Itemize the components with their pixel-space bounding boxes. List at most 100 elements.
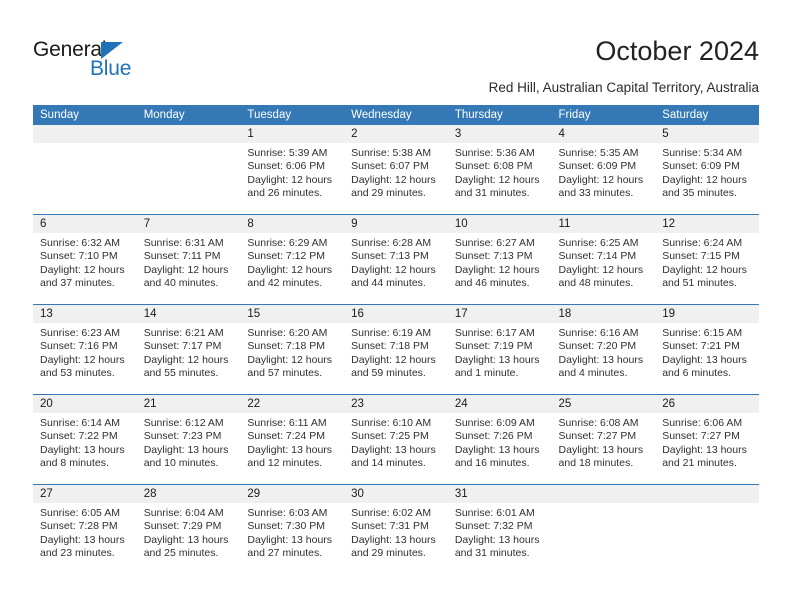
calendar-week-row: 20 Sunrise: 6:14 AM Sunset: 7:22 PM Dayligh… bbox=[33, 394, 759, 485]
daylight-duration-line1: Daylight: 12 hours bbox=[454, 263, 540, 276]
calendar-day-cell[interactable]: 30 Sunrise: 6:02 AM Sunset: 7:31 PM Dayligh… bbox=[344, 484, 448, 574]
daylight-duration-line1: Daylight: 13 hours bbox=[662, 353, 747, 366]
calendar-day-cell[interactable]: 5 Sunrise: 5:34 AM Sunset: 6:09 PM Daylight… bbox=[655, 125, 759, 215]
sunset-time: Sunset: 7:19 PM bbox=[454, 340, 533, 353]
sun-info: Sunrise: 6:19 AM Sunset: 7:18 PM Daylight:… bbox=[344, 323, 448, 380]
daylight-duration-line2: and 55 minutes. bbox=[143, 366, 219, 379]
sun-info: Sunrise: 6:01 AM Sunset: 7:32 PM Daylight:… bbox=[448, 503, 552, 560]
calendar-day-cell[interactable]: 11 Sunrise: 6:25 AM Sunset: 7:14 PM Dayligh… bbox=[551, 214, 656, 305]
calendar-day-cell[interactable]: 27 Sunrise: 6:05 AM Sunset: 7:28 PM Dayligh… bbox=[33, 484, 137, 574]
daylight-duration-line1: Daylight: 12 hours bbox=[558, 173, 644, 186]
calendar-day-cell[interactable]: 25 Sunrise: 6:08 AM Sunset: 7:27 PM Dayligh… bbox=[551, 394, 656, 485]
calendar-day-cell[interactable]: 3 Sunrise: 5:36 AM Sunset: 6:08 PM Daylight… bbox=[447, 125, 552, 215]
sunset-time: Sunset: 6:07 PM bbox=[351, 160, 429, 173]
sunrise-time: Sunrise: 6:03 AM bbox=[247, 507, 328, 519]
calendar-day-cell[interactable]: 14 Sunrise: 6:21 AM Sunset: 7:17 PM Dayligh… bbox=[136, 304, 241, 395]
calendar-day-cell[interactable]: 28 Sunrise: 6:04 AM Sunset: 7:29 PM Dayligh… bbox=[136, 484, 241, 574]
sunset-time: Sunset: 6:09 PM bbox=[662, 160, 740, 173]
calendar-day-cell[interactable]: 20 Sunrise: 6:14 AM Sunset: 7:22 PM Dayligh… bbox=[33, 394, 137, 485]
sun-info: Sunrise: 5:36 AM Sunset: 6:08 PM Daylight:… bbox=[448, 143, 552, 200]
sun-info: Sunrise: 6:16 AM Sunset: 7:20 PM Daylight:… bbox=[552, 323, 656, 380]
sunset-time: Sunset: 7:30 PM bbox=[247, 520, 326, 533]
sunrise-time: Sunrise: 6:09 AM bbox=[454, 417, 535, 429]
sunrise-time: Sunrise: 6:19 AM bbox=[351, 327, 432, 339]
calendar-table: Sunday Monday Tuesday Wednesday Thursday… bbox=[33, 105, 759, 574]
calendar-day-cell[interactable]: 4 Sunrise: 5:35 AM Sunset: 6:09 PM Daylight… bbox=[551, 125, 656, 215]
sunrise-time: Sunrise: 6:12 AM bbox=[143, 417, 224, 429]
calendar-day-cell[interactable]: 6 Sunrise: 6:32 AM Sunset: 7:10 PM Daylight… bbox=[33, 214, 137, 305]
day-number: 6 bbox=[33, 215, 137, 233]
daylight-duration-line1: Daylight: 12 hours bbox=[351, 173, 436, 186]
day-number: 4 bbox=[551, 125, 656, 143]
calendar-day-cell[interactable]: 31 Sunrise: 6:01 AM Sunset: 7:32 PM Dayligh… bbox=[447, 484, 552, 574]
calendar-day-cell[interactable]: 18 Sunrise: 6:16 AM Sunset: 7:20 PM Dayligh… bbox=[551, 304, 656, 395]
sunset-time: Sunset: 7:27 PM bbox=[558, 430, 637, 443]
daylight-duration-line2: and 29 minutes. bbox=[351, 186, 426, 199]
day-cell-inner: 11 Sunrise: 6:25 AM Sunset: 7:14 PM Dayligh… bbox=[551, 215, 656, 304]
day-number: 20 bbox=[33, 395, 137, 413]
calendar-day-cell[interactable]: 8 Sunrise: 6:29 AM Sunset: 7:12 PM Daylight… bbox=[240, 214, 345, 305]
calendar-day-cell[interactable]: 23 Sunrise: 6:10 AM Sunset: 7:25 PM Dayligh… bbox=[344, 394, 448, 485]
day-cell-inner: 1 Sunrise: 5:39 AM Sunset: 6:06 PM Daylight… bbox=[240, 125, 345, 214]
calendar-day-cell[interactable]: 21 Sunrise: 6:12 AM Sunset: 7:23 PM Dayligh… bbox=[136, 394, 241, 485]
sun-info: Sunrise: 6:11 AM Sunset: 7:24 PM Daylight:… bbox=[240, 413, 344, 470]
daylight-duration-line2: and 53 minutes. bbox=[40, 366, 115, 379]
sunrise-time: Sunrise: 6:27 AM bbox=[454, 237, 535, 249]
sunset-time: Sunset: 7:11 PM bbox=[143, 250, 221, 263]
day-cell-inner: 27 Sunrise: 6:05 AM Sunset: 7:28 PM Dayligh… bbox=[33, 485, 137, 574]
weekday-header-tuesday: Tuesday bbox=[240, 105, 345, 125]
day-number: 14 bbox=[136, 305, 241, 323]
calendar-day-cell-empty bbox=[33, 125, 137, 215]
sunset-time: Sunset: 7:18 PM bbox=[351, 340, 429, 353]
calendar-day-cell[interactable]: 17 Sunrise: 6:17 AM Sunset: 7:19 PM Dayligh… bbox=[447, 304, 552, 395]
daylight-duration-line1: Daylight: 13 hours bbox=[143, 443, 229, 456]
sun-info: Sunrise: 6:31 AM Sunset: 7:11 PM Daylight:… bbox=[137, 233, 241, 290]
calendar-day-cell[interactable]: 9 Sunrise: 6:28 AM Sunset: 7:13 PM Daylight… bbox=[344, 214, 448, 305]
day-number: 27 bbox=[33, 485, 137, 503]
calendar-day-cell-empty bbox=[136, 125, 241, 215]
daylight-duration-line1: Daylight: 13 hours bbox=[454, 353, 540, 366]
daylight-duration-line1: Daylight: 13 hours bbox=[558, 443, 644, 456]
calendar-day-cell[interactable]: 22 Sunrise: 6:11 AM Sunset: 7:24 PM Dayligh… bbox=[240, 394, 345, 485]
day-number: 1 bbox=[240, 125, 345, 143]
daylight-duration-line2: and 42 minutes. bbox=[247, 276, 323, 289]
daylight-duration-line1: Daylight: 13 hours bbox=[40, 443, 125, 456]
calendar-day-cell[interactable]: 26 Sunrise: 6:06 AM Sunset: 7:27 PM Dayligh… bbox=[655, 394, 759, 485]
calendar-day-cell[interactable]: 13 Sunrise: 6:23 AM Sunset: 7:16 PM Dayligh… bbox=[33, 304, 137, 395]
day-number: 31 bbox=[447, 485, 552, 503]
sunset-time: Sunset: 7:10 PM bbox=[40, 250, 118, 263]
sunrise-time: Sunrise: 6:01 AM bbox=[454, 507, 535, 519]
sunset-time: Sunset: 7:32 PM bbox=[454, 520, 533, 533]
daylight-duration-line1: Daylight: 13 hours bbox=[558, 353, 644, 366]
sunrise-time: Sunrise: 6:25 AM bbox=[558, 237, 639, 249]
sun-info: Sunrise: 6:09 AM Sunset: 7:26 PM Daylight:… bbox=[448, 413, 552, 470]
day-cell-inner: 3 Sunrise: 5:36 AM Sunset: 6:08 PM Daylight… bbox=[447, 125, 552, 214]
day-cell-inner: 26 Sunrise: 6:06 AM Sunset: 7:27 PM Dayligh… bbox=[655, 395, 759, 484]
calendar-day-cell[interactable]: 19 Sunrise: 6:15 AM Sunset: 7:21 PM Dayligh… bbox=[655, 304, 759, 395]
sunrise-time: Sunrise: 5:36 AM bbox=[454, 147, 535, 159]
calendar-header-row: Sunday Monday Tuesday Wednesday Thursday… bbox=[33, 105, 759, 125]
calendar-day-cell[interactable]: 16 Sunrise: 6:19 AM Sunset: 7:18 PM Dayligh… bbox=[344, 304, 448, 395]
calendar-day-cell[interactable]: 2 Sunrise: 5:38 AM Sunset: 6:07 PM Daylight… bbox=[344, 125, 448, 215]
day-number bbox=[33, 125, 137, 143]
daylight-duration-line1: Daylight: 13 hours bbox=[662, 443, 747, 456]
calendar-day-cell[interactable]: 10 Sunrise: 6:27 AM Sunset: 7:13 PM Dayligh… bbox=[447, 214, 552, 305]
daylight-duration-line2: and 48 minutes. bbox=[558, 276, 634, 289]
sun-info: Sunrise: 5:38 AM Sunset: 6:07 PM Daylight:… bbox=[344, 143, 448, 200]
calendar-day-cell[interactable]: 1 Sunrise: 5:39 AM Sunset: 6:06 PM Daylight… bbox=[240, 125, 345, 215]
daylight-duration-line2: and 27 minutes. bbox=[247, 546, 323, 559]
sunrise-time: Sunrise: 6:02 AM bbox=[351, 507, 432, 519]
calendar-week-row: 27 Sunrise: 6:05 AM Sunset: 7:28 PM Dayligh… bbox=[33, 484, 759, 574]
day-number: 26 bbox=[655, 395, 759, 413]
calendar-day-cell[interactable]: 12 Sunrise: 6:24 AM Sunset: 7:15 PM Dayligh… bbox=[655, 214, 759, 305]
day-number: 28 bbox=[136, 485, 241, 503]
sunset-time: Sunset: 7:28 PM bbox=[40, 520, 118, 533]
sunrise-time: Sunrise: 5:38 AM bbox=[351, 147, 432, 159]
calendar-day-cell[interactable]: 15 Sunrise: 6:20 AM Sunset: 7:18 PM Dayligh… bbox=[240, 304, 345, 395]
sunset-time: Sunset: 7:23 PM bbox=[143, 430, 222, 443]
calendar-day-cell[interactable]: 7 Sunrise: 6:31 AM Sunset: 7:11 PM Daylight… bbox=[136, 214, 241, 305]
calendar-day-cell[interactable]: 29 Sunrise: 6:03 AM Sunset: 7:30 PM Dayligh… bbox=[240, 484, 345, 574]
sun-info: Sunrise: 5:34 AM Sunset: 6:09 PM Daylight:… bbox=[655, 143, 759, 200]
calendar-day-cell[interactable]: 24 Sunrise: 6:09 AM Sunset: 7:26 PM Dayligh… bbox=[447, 394, 552, 485]
daylight-duration-line1: Daylight: 12 hours bbox=[40, 353, 125, 366]
